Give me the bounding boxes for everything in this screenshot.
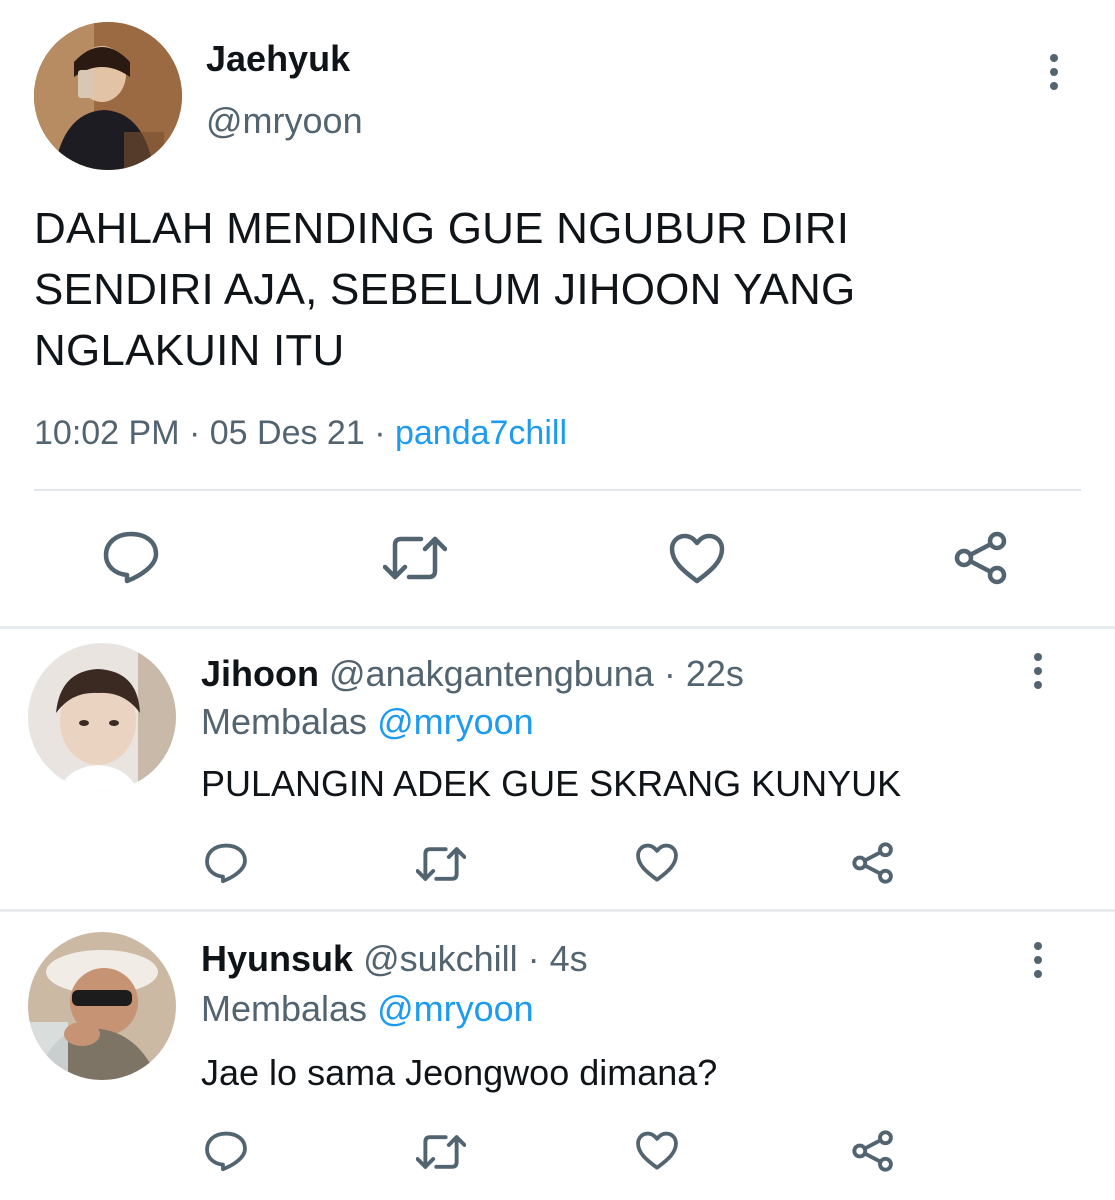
reply-icon[interactable] [204, 1130, 248, 1172]
mention-link[interactable]: @mryoon [377, 988, 534, 1029]
tweet-text-line: SENDIRI AJA, SEBELUM JIHOON YANG [34, 265, 856, 314]
display-name[interactable]: Jihoon [201, 653, 319, 694]
meta-separator: · [653, 653, 686, 694]
display-name[interactable]: Jaehyuk [206, 38, 350, 80]
display-name[interactable]: Hyunsuk [201, 938, 353, 979]
avatar[interactable] [28, 643, 176, 791]
user-handle[interactable]: @mryoon [206, 100, 363, 142]
user-handle[interactable]: @anakgantengbuna [329, 653, 654, 694]
reply-time: 22s [685, 653, 744, 694]
avatar-photo [34, 22, 182, 170]
reply-text: Jae lo sama Jeongwoo dimana? [201, 1052, 718, 1093]
retweet-icon[interactable] [416, 844, 466, 884]
tweet-date[interactable]: 05 Des 21 [210, 414, 365, 452]
main-tweet: Jaehyuk @mryoon DAHLAH MENDING GUE NGUBU… [0, 0, 1115, 626]
reply-text: PULANGIN ADEK GUE SKRANG KUNYUK [201, 763, 902, 804]
replying-to: Membalas @mryoon [201, 988, 534, 1030]
more-options-icon[interactable] [1040, 52, 1068, 92]
retweet-icon[interactable] [416, 1132, 466, 1172]
meta-separator: · [179, 414, 210, 452]
meta-separator: · [364, 414, 395, 452]
retweet-icon[interactable] [383, 533, 447, 583]
mention-link[interactable]: @mryoon [377, 701, 534, 742]
tweet-meta: 10:02 PM · 05 Des 21 · panda7chill [34, 414, 567, 453]
meta-separator: · [517, 938, 550, 979]
user-handle[interactable]: @sukchill [363, 938, 518, 979]
reply-tweet[interactable]: Jihoon @anakgantengbuna · 22s Membalas @… [0, 629, 1115, 909]
replying-label: Membalas [201, 701, 368, 742]
more-options-icon[interactable] [1024, 651, 1052, 691]
tweet-text: DAHLAH MENDING GUE NGUBUR DIRI SENDIRI A… [34, 198, 1074, 381]
like-icon[interactable] [668, 533, 726, 585]
divider [34, 489, 1081, 491]
tweet-source-link[interactable]: panda7chill [395, 414, 567, 452]
reply-header: Hyunsuk @sukchill · 4s [201, 938, 588, 980]
reply-time: 4s [549, 938, 588, 979]
avatar-photo [28, 932, 176, 1080]
avatar[interactable] [28, 932, 176, 1080]
share-icon[interactable] [953, 531, 1009, 585]
more-options-icon[interactable] [1024, 940, 1052, 980]
reply-icon[interactable] [102, 530, 160, 584]
reply-icon[interactable] [204, 842, 248, 884]
share-icon[interactable] [851, 842, 895, 884]
like-icon[interactable] [635, 843, 679, 883]
replying-label: Membalas [201, 988, 368, 1029]
reply-tweet[interactable]: Hyunsuk @sukchill · 4s Membalas @mryoon … [0, 912, 1115, 1200]
tweet-text-line: DAHLAH MENDING GUE NGUBUR DIRI [34, 204, 850, 253]
avatar-photo [28, 643, 176, 791]
reply-header: Jihoon @anakgantengbuna · 22s [201, 653, 744, 695]
tweet-time[interactable]: 10:02 PM [34, 414, 180, 452]
avatar[interactable] [34, 22, 182, 170]
tweet-text-line: NGLAKUIN ITU [34, 326, 345, 375]
replying-to: Membalas @mryoon [201, 701, 534, 743]
like-icon[interactable] [635, 1131, 679, 1171]
share-icon[interactable] [851, 1130, 895, 1172]
